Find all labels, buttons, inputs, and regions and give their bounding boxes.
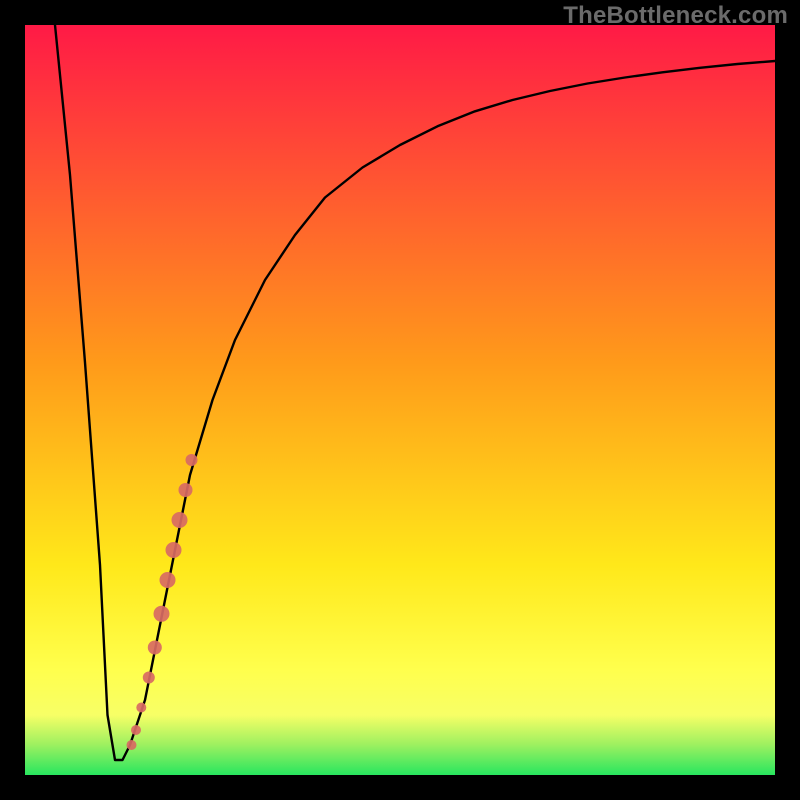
bottleneck-chart <box>25 25 775 775</box>
gradient-background <box>25 25 775 775</box>
chart-frame: TheBottleneck.com <box>0 0 800 800</box>
highlight-point <box>136 703 146 713</box>
highlight-point <box>143 672 155 684</box>
highlight-point <box>166 542 182 558</box>
highlight-point <box>127 740 137 750</box>
highlight-point <box>131 725 141 735</box>
highlight-point <box>154 606 170 622</box>
watermark-text: TheBottleneck.com <box>563 2 788 30</box>
highlight-point <box>148 641 162 655</box>
highlight-point <box>186 454 198 466</box>
highlight-point <box>160 572 176 588</box>
highlight-point <box>179 483 193 497</box>
highlight-point <box>172 512 188 528</box>
